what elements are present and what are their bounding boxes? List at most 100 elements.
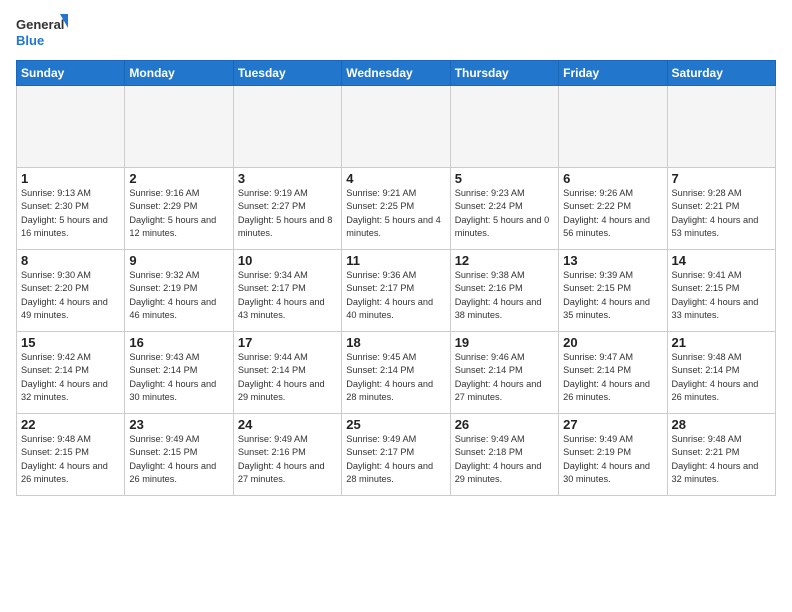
svg-text:Blue: Blue	[16, 33, 44, 48]
day-number: 27	[563, 417, 662, 432]
day-number: 6	[563, 171, 662, 186]
day-info: Sunrise: 9:28 AM Sunset: 2:21 PM Dayligh…	[672, 187, 771, 240]
logo-svg: General Blue	[16, 12, 68, 52]
day-info: Sunrise: 9:32 AM Sunset: 2:19 PM Dayligh…	[129, 269, 228, 322]
calendar-cell: 22Sunrise: 9:48 AM Sunset: 2:15 PM Dayli…	[17, 414, 125, 496]
calendar-row-2: 1Sunrise: 9:13 AM Sunset: 2:30 PM Daylig…	[17, 168, 776, 250]
header-friday: Friday	[559, 61, 667, 86]
day-info: Sunrise: 9:21 AM Sunset: 2:25 PM Dayligh…	[346, 187, 445, 240]
calendar-cell: 27Sunrise: 9:49 AM Sunset: 2:19 PM Dayli…	[559, 414, 667, 496]
calendar-row-5: 22Sunrise: 9:48 AM Sunset: 2:15 PM Dayli…	[17, 414, 776, 496]
calendar-cell	[559, 86, 667, 168]
calendar-cell: 26Sunrise: 9:49 AM Sunset: 2:18 PM Dayli…	[450, 414, 558, 496]
day-info: Sunrise: 9:48 AM Sunset: 2:14 PM Dayligh…	[672, 351, 771, 404]
day-number: 18	[346, 335, 445, 350]
header-tuesday: Tuesday	[233, 61, 341, 86]
day-number: 9	[129, 253, 228, 268]
calendar-cell	[125, 86, 233, 168]
header-thursday: Thursday	[450, 61, 558, 86]
day-info: Sunrise: 9:23 AM Sunset: 2:24 PM Dayligh…	[455, 187, 554, 240]
calendar-cell: 3Sunrise: 9:19 AM Sunset: 2:27 PM Daylig…	[233, 168, 341, 250]
day-number: 17	[238, 335, 337, 350]
day-info: Sunrise: 9:49 AM Sunset: 2:17 PM Dayligh…	[346, 433, 445, 486]
calendar-cell: 12Sunrise: 9:38 AM Sunset: 2:16 PM Dayli…	[450, 250, 558, 332]
day-number: 3	[238, 171, 337, 186]
calendar-row-1	[17, 86, 776, 168]
calendar-cell: 24Sunrise: 9:49 AM Sunset: 2:16 PM Dayli…	[233, 414, 341, 496]
day-number: 10	[238, 253, 337, 268]
calendar-cell: 9Sunrise: 9:32 AM Sunset: 2:19 PM Daylig…	[125, 250, 233, 332]
day-number: 4	[346, 171, 445, 186]
day-info: Sunrise: 9:16 AM Sunset: 2:29 PM Dayligh…	[129, 187, 228, 240]
day-number: 20	[563, 335, 662, 350]
calendar-cell: 25Sunrise: 9:49 AM Sunset: 2:17 PM Dayli…	[342, 414, 450, 496]
calendar-table: Sunday Monday Tuesday Wednesday Thursday…	[16, 60, 776, 496]
day-number: 24	[238, 417, 337, 432]
day-info: Sunrise: 9:34 AM Sunset: 2:17 PM Dayligh…	[238, 269, 337, 322]
day-info: Sunrise: 9:48 AM Sunset: 2:15 PM Dayligh…	[21, 433, 120, 486]
calendar-cell: 11Sunrise: 9:36 AM Sunset: 2:17 PM Dayli…	[342, 250, 450, 332]
calendar-cell	[233, 86, 341, 168]
day-info: Sunrise: 9:43 AM Sunset: 2:14 PM Dayligh…	[129, 351, 228, 404]
calendar-cell: 16Sunrise: 9:43 AM Sunset: 2:14 PM Dayli…	[125, 332, 233, 414]
days-header-row: Sunday Monday Tuesday Wednesday Thursday…	[17, 61, 776, 86]
header-sunday: Sunday	[17, 61, 125, 86]
calendar-cell: 8Sunrise: 9:30 AM Sunset: 2:20 PM Daylig…	[17, 250, 125, 332]
calendar-cell: 23Sunrise: 9:49 AM Sunset: 2:15 PM Dayli…	[125, 414, 233, 496]
calendar-cell: 14Sunrise: 9:41 AM Sunset: 2:15 PM Dayli…	[667, 250, 775, 332]
day-info: Sunrise: 9:49 AM Sunset: 2:18 PM Dayligh…	[455, 433, 554, 486]
day-number: 16	[129, 335, 228, 350]
calendar-cell	[450, 86, 558, 168]
logo: General Blue	[16, 12, 68, 52]
day-number: 13	[563, 253, 662, 268]
day-number: 2	[129, 171, 228, 186]
day-number: 5	[455, 171, 554, 186]
day-number: 14	[672, 253, 771, 268]
calendar-cell: 18Sunrise: 9:45 AM Sunset: 2:14 PM Dayli…	[342, 332, 450, 414]
calendar-cell: 20Sunrise: 9:47 AM Sunset: 2:14 PM Dayli…	[559, 332, 667, 414]
day-number: 1	[21, 171, 120, 186]
day-number: 21	[672, 335, 771, 350]
day-number: 26	[455, 417, 554, 432]
day-info: Sunrise: 9:13 AM Sunset: 2:30 PM Dayligh…	[21, 187, 120, 240]
calendar-cell: 17Sunrise: 9:44 AM Sunset: 2:14 PM Dayli…	[233, 332, 341, 414]
day-info: Sunrise: 9:49 AM Sunset: 2:16 PM Dayligh…	[238, 433, 337, 486]
day-info: Sunrise: 9:41 AM Sunset: 2:15 PM Dayligh…	[672, 269, 771, 322]
calendar-cell: 2Sunrise: 9:16 AM Sunset: 2:29 PM Daylig…	[125, 168, 233, 250]
header-monday: Monday	[125, 61, 233, 86]
day-number: 23	[129, 417, 228, 432]
day-info: Sunrise: 9:39 AM Sunset: 2:15 PM Dayligh…	[563, 269, 662, 322]
day-info: Sunrise: 9:42 AM Sunset: 2:14 PM Dayligh…	[21, 351, 120, 404]
calendar-cell: 28Sunrise: 9:48 AM Sunset: 2:21 PM Dayli…	[667, 414, 775, 496]
calendar-cell: 6Sunrise: 9:26 AM Sunset: 2:22 PM Daylig…	[559, 168, 667, 250]
calendar-cell: 5Sunrise: 9:23 AM Sunset: 2:24 PM Daylig…	[450, 168, 558, 250]
day-number: 15	[21, 335, 120, 350]
calendar-cell: 4Sunrise: 9:21 AM Sunset: 2:25 PM Daylig…	[342, 168, 450, 250]
calendar-cell	[342, 86, 450, 168]
day-number: 25	[346, 417, 445, 432]
day-info: Sunrise: 9:46 AM Sunset: 2:14 PM Dayligh…	[455, 351, 554, 404]
calendar-cell	[17, 86, 125, 168]
svg-text:General: General	[16, 17, 64, 32]
header: General Blue	[16, 12, 776, 52]
calendar-cell	[667, 86, 775, 168]
day-number: 19	[455, 335, 554, 350]
day-info: Sunrise: 9:49 AM Sunset: 2:19 PM Dayligh…	[563, 433, 662, 486]
calendar-row-4: 15Sunrise: 9:42 AM Sunset: 2:14 PM Dayli…	[17, 332, 776, 414]
calendar-cell: 1Sunrise: 9:13 AM Sunset: 2:30 PM Daylig…	[17, 168, 125, 250]
calendar-cell: 13Sunrise: 9:39 AM Sunset: 2:15 PM Dayli…	[559, 250, 667, 332]
calendar-cell: 10Sunrise: 9:34 AM Sunset: 2:17 PM Dayli…	[233, 250, 341, 332]
day-info: Sunrise: 9:49 AM Sunset: 2:15 PM Dayligh…	[129, 433, 228, 486]
day-info: Sunrise: 9:38 AM Sunset: 2:16 PM Dayligh…	[455, 269, 554, 322]
day-info: Sunrise: 9:30 AM Sunset: 2:20 PM Dayligh…	[21, 269, 120, 322]
calendar-cell: 7Sunrise: 9:28 AM Sunset: 2:21 PM Daylig…	[667, 168, 775, 250]
day-info: Sunrise: 9:36 AM Sunset: 2:17 PM Dayligh…	[346, 269, 445, 322]
header-wednesday: Wednesday	[342, 61, 450, 86]
day-info: Sunrise: 9:45 AM Sunset: 2:14 PM Dayligh…	[346, 351, 445, 404]
calendar-row-3: 8Sunrise: 9:30 AM Sunset: 2:20 PM Daylig…	[17, 250, 776, 332]
day-number: 11	[346, 253, 445, 268]
day-number: 7	[672, 171, 771, 186]
day-number: 28	[672, 417, 771, 432]
calendar-cell: 19Sunrise: 9:46 AM Sunset: 2:14 PM Dayli…	[450, 332, 558, 414]
day-number: 22	[21, 417, 120, 432]
